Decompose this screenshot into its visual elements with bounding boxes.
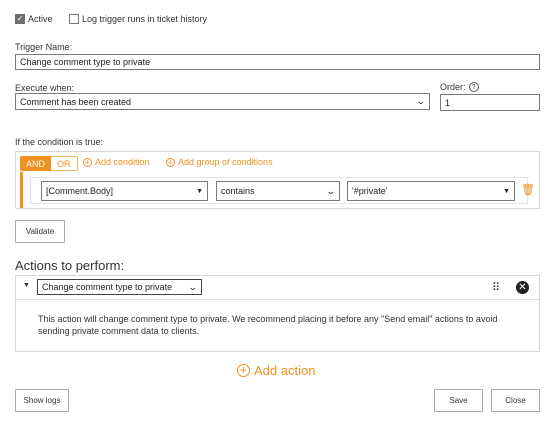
triangle-down-icon: ▼ xyxy=(503,187,510,195)
action-header: ▼ Change comment type to private ⌄ ⠿ ✕ xyxy=(16,276,539,300)
condition-row: [Comment.Body] ▼ contains ⌄ '#private' ▼ xyxy=(30,177,528,204)
condition-operator-select[interactable]: contains ⌄ xyxy=(216,181,340,201)
condition-group-bar xyxy=(20,172,23,208)
add-condition-label: Add condition xyxy=(95,157,150,167)
actions-title: Actions to perform: xyxy=(15,258,125,273)
remove-action-icon[interactable]: ✕ xyxy=(516,281,529,294)
close-button[interactable]: Close xyxy=(491,389,540,412)
order-label: Order: xyxy=(440,82,466,92)
save-button[interactable]: Save xyxy=(434,389,483,412)
trigger-name-input[interactable]: Change comment type to private xyxy=(15,54,540,70)
add-group-label: Add group of conditions xyxy=(178,157,273,167)
execute-when-select[interactable]: Comment has been created ⌄ xyxy=(15,93,430,110)
action-type-value: Change comment type to private xyxy=(42,282,173,292)
show-logs-button[interactable]: Show logs xyxy=(15,389,69,412)
checkbox-empty-icon xyxy=(69,14,79,24)
triangle-down-icon: ▼ xyxy=(196,187,203,195)
chevron-down-icon: ⌄ xyxy=(188,281,199,292)
condition-field-select[interactable]: [Comment.Body] ▼ xyxy=(41,181,208,201)
trash-icon[interactable]: 🗑 xyxy=(521,183,535,196)
add-group-link[interactable]: + Add group of conditions xyxy=(166,157,273,167)
conditions-title: If the condition is true: xyxy=(15,137,104,147)
collapse-triangle-icon[interactable]: ▼ xyxy=(23,282,30,289)
action-type-select[interactable]: Change comment type to private ⌄ xyxy=(37,279,202,295)
condition-operator-value: contains xyxy=(221,186,255,196)
help-icon[interactable]: ? xyxy=(468,82,479,92)
execute-when-label: Execute when: xyxy=(15,83,75,93)
trigger-name-label: Trigger Name: xyxy=(15,42,73,52)
condition-field-value: [Comment.Body] xyxy=(46,186,114,196)
chevron-down-icon: ⌄ xyxy=(416,96,427,106)
action-panel: ▼ Change comment type to private ⌄ ⠿ ✕ T… xyxy=(15,275,540,352)
condition-value: '#private' xyxy=(352,186,388,196)
conditions-panel: AND OR + Add condition + Add group of co… xyxy=(15,151,540,209)
add-action-label: Add action xyxy=(254,363,316,378)
plus-circle-icon: + xyxy=(83,157,92,167)
order-input[interactable]: 1 xyxy=(440,94,540,111)
plus-circle-icon: + xyxy=(166,157,175,167)
and-or-toggle: AND OR xyxy=(20,156,78,171)
log-trigger-label: Log trigger runs in ticket history xyxy=(82,14,208,24)
add-condition-link[interactable]: + Add condition xyxy=(83,157,150,167)
action-description: This action will change comment type to … xyxy=(38,314,498,336)
validate-button[interactable]: Validate xyxy=(15,220,65,243)
checkmark-icon: ✓ xyxy=(15,14,25,24)
condition-value-select[interactable]: '#private' ▼ xyxy=(347,181,515,201)
plus-circle-icon: + xyxy=(237,364,250,377)
drag-handle-icon[interactable]: ⠿ xyxy=(492,281,500,294)
execute-when-value: Comment has been created xyxy=(20,96,132,107)
and-button[interactable]: AND xyxy=(20,156,52,171)
active-label: Active xyxy=(28,14,53,24)
or-button[interactable]: OR xyxy=(51,156,78,171)
add-action-button[interactable]: + Add action xyxy=(237,363,315,378)
log-trigger-checkbox[interactable]: Log trigger runs in ticket history xyxy=(69,14,207,24)
active-checkbox[interactable]: ✓ Active xyxy=(15,14,53,24)
chevron-down-icon: ⌄ xyxy=(326,185,337,196)
order-label-wrap: Order: ? xyxy=(440,82,479,92)
